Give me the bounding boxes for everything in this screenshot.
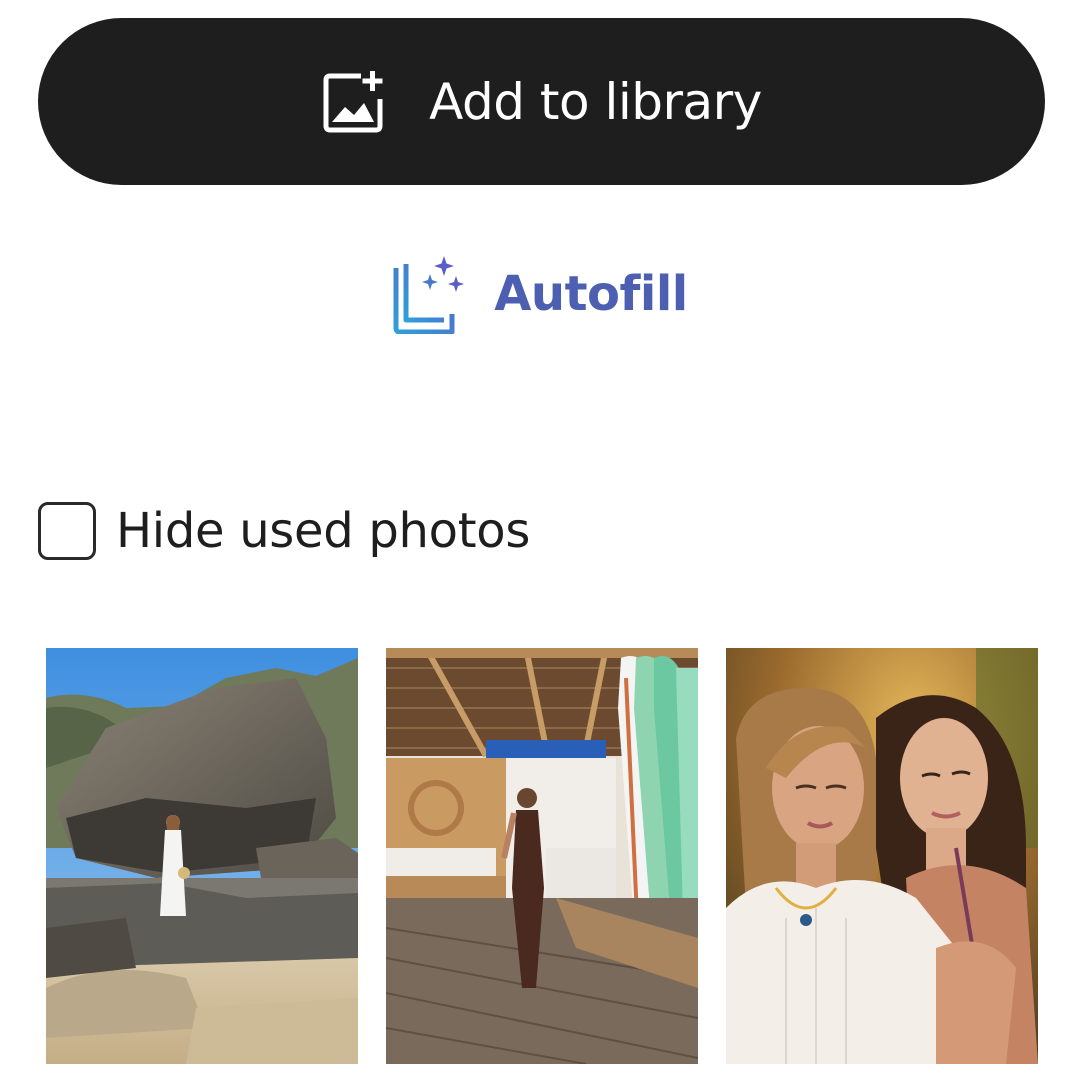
add-to-library-label: Add to library: [429, 72, 762, 131]
photo-grid: [46, 648, 1038, 1064]
hide-used-photos-toggle[interactable]: Hide used photos: [38, 498, 530, 564]
photo-two-women-image: [726, 648, 1038, 1064]
add-image-icon: [323, 70, 383, 132]
autofill-sparkle-icon: [393, 256, 465, 334]
photo-thumbnail[interactable]: [386, 648, 698, 1064]
photo-thumbnail[interactable]: [46, 648, 358, 1064]
photo-surf-shack-image: [386, 648, 698, 1064]
autofill-label: Autofill: [494, 266, 688, 322]
photo-rocky-beach-image: [46, 648, 358, 1064]
autofill-button[interactable]: Autofill: [0, 252, 1080, 336]
photo-thumbnail[interactable]: [726, 648, 1038, 1064]
hide-used-photos-checkbox[interactable]: [38, 502, 96, 560]
hide-used-photos-label: Hide used photos: [116, 503, 531, 559]
add-to-library-button[interactable]: Add to library: [38, 18, 1045, 185]
